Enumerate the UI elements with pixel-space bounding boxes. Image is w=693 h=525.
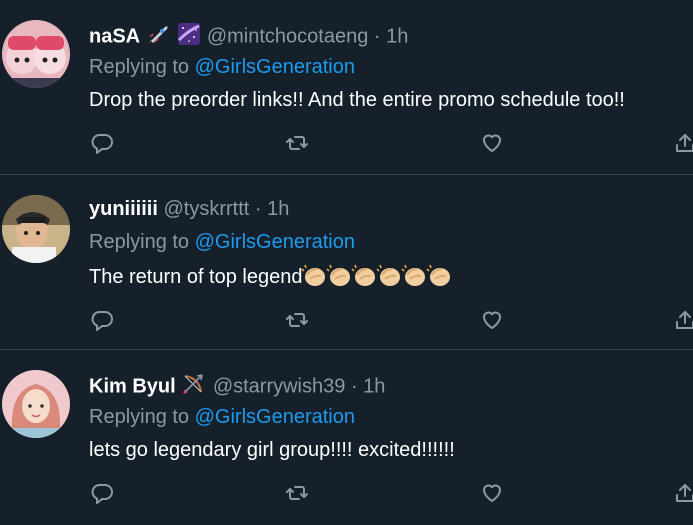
like-button[interactable] bbox=[477, 305, 507, 335]
mention-link[interactable]: @GirlsGeneration bbox=[195, 231, 355, 253]
tweet-text-line: The return of top legend bbox=[89, 263, 452, 289]
tweet[interactable]: naSA @mintchocotaeng · 1h Replying to @G… bbox=[0, 0, 693, 175]
retweet-icon bbox=[286, 136, 308, 150]
tweet-header: naSA @mintchocotaeng · 1h bbox=[89, 22, 408, 52]
display-name[interactable]: Kim Byul bbox=[89, 375, 176, 397]
share-button[interactable] bbox=[670, 478, 693, 508]
tweet-actions bbox=[0, 305, 693, 335]
avatar[interactable] bbox=[2, 20, 70, 88]
display-name[interactable]: naSA bbox=[89, 25, 140, 47]
tweet-text: lets go legendary girl group!!!! excited… bbox=[89, 439, 455, 461]
replying-prefix: Replying to bbox=[89, 231, 195, 253]
separator-dot: · bbox=[350, 375, 358, 398]
tweet-text: The return of top legend bbox=[89, 266, 303, 288]
tweet-actions bbox=[0, 478, 693, 508]
timestamp[interactable]: 1h bbox=[386, 25, 408, 47]
tweet[interactable]: Kim Byul @starrywish39 · 1h Replying to … bbox=[0, 350, 693, 525]
reply-icon bbox=[91, 311, 113, 331]
reply-button[interactable] bbox=[87, 305, 117, 335]
mention-link[interactable]: @GirlsGeneration bbox=[195, 406, 355, 428]
like-icon bbox=[483, 484, 501, 502]
clapping-hands-emoji bbox=[351, 263, 377, 289]
replying-to: Replying to @GirlsGeneration bbox=[89, 55, 355, 79]
clapping-hands-emoji bbox=[426, 263, 452, 289]
display-name[interactable]: yuniiiiii bbox=[89, 198, 158, 220]
like-icon bbox=[483, 134, 501, 152]
tweet-text: Drop the preorder links!! And the entire… bbox=[89, 89, 625, 111]
clapping-hands-emoji bbox=[401, 263, 427, 289]
tweet-actions bbox=[0, 128, 693, 158]
share-button[interactable] bbox=[670, 128, 693, 158]
retweet-icon bbox=[286, 313, 308, 327]
like-icon bbox=[483, 311, 501, 329]
separator-dot: · bbox=[254, 198, 262, 220]
share-icon bbox=[676, 484, 693, 502]
share-icon bbox=[676, 311, 693, 329]
reply-icon bbox=[91, 134, 113, 154]
rocket-emoji bbox=[146, 22, 172, 52]
bow-and-arrow-emoji bbox=[181, 372, 207, 402]
clapping-hands-emoji bbox=[376, 263, 402, 289]
clapping-hands-emoji bbox=[326, 263, 352, 289]
tweet-header: Kim Byul @starrywish39 · 1h bbox=[89, 372, 385, 402]
replying-prefix: Replying to bbox=[89, 56, 195, 78]
milky-way-emoji bbox=[177, 22, 201, 52]
like-button[interactable] bbox=[477, 128, 507, 158]
timestamp[interactable]: 1h bbox=[363, 375, 385, 397]
tweet[interactable]: yuniiiiii @tyskrrttt · 1h Replying to @G… bbox=[0, 175, 693, 350]
avatar[interactable] bbox=[2, 370, 70, 438]
handle[interactable]: @mintchocotaeng bbox=[207, 25, 369, 47]
retweet-button[interactable] bbox=[282, 128, 312, 158]
share-icon bbox=[676, 134, 693, 152]
clapping-hands-emoji bbox=[301, 263, 327, 289]
replying-to: Replying to @GirlsGeneration bbox=[89, 405, 355, 429]
reply-button[interactable] bbox=[87, 128, 117, 158]
separator-dot: · bbox=[373, 25, 381, 48]
reply-icon bbox=[91, 484, 113, 504]
retweet-button[interactable] bbox=[282, 478, 312, 508]
replying-to: Replying to @GirlsGeneration bbox=[89, 230, 355, 254]
handle[interactable]: @starrywish39 bbox=[213, 375, 346, 397]
tweet-header: yuniiiiii @tyskrrttt · 1h bbox=[89, 197, 289, 221]
mention-link[interactable]: @GirlsGeneration bbox=[195, 56, 355, 78]
replying-prefix: Replying to bbox=[89, 406, 195, 428]
retweet-icon bbox=[286, 486, 308, 500]
reply-button[interactable] bbox=[87, 478, 117, 508]
timestamp[interactable]: 1h bbox=[267, 198, 289, 220]
avatar[interactable] bbox=[2, 195, 70, 263]
handle[interactable]: @tyskrrttt bbox=[163, 198, 249, 220]
retweet-button[interactable] bbox=[282, 305, 312, 335]
like-button[interactable] bbox=[477, 478, 507, 508]
share-button[interactable] bbox=[670, 305, 693, 335]
